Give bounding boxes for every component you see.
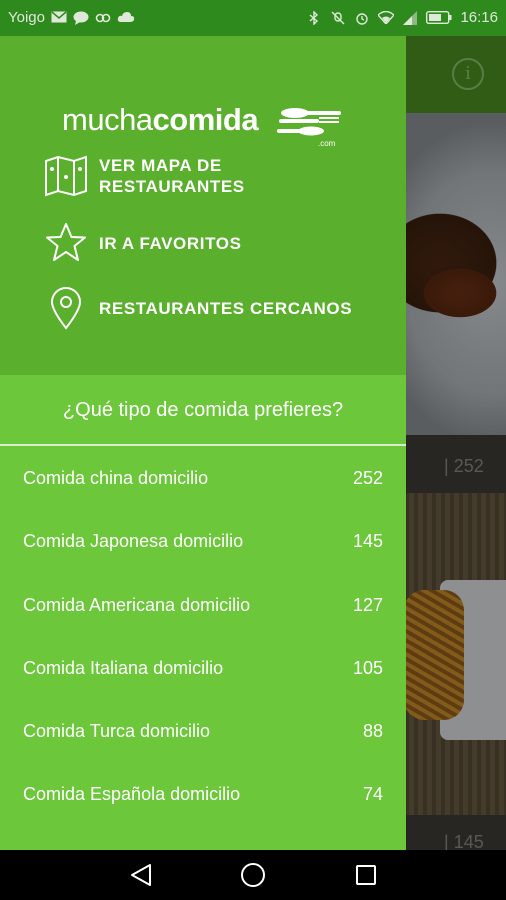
clock: 16:16 [460,9,498,26]
category-name: Comida china domicilio [23,468,209,488]
category-list: Comida china domicilio 252 Comida Japone… [0,446,406,826]
drawer-header: mucha comida .com VER MAPA DE RESTAURANT… [0,36,406,375]
home-button[interactable] [238,860,268,890]
menu-label: RESTAURANTES CERCANOS [99,298,353,318]
location-pin-icon [44,286,88,330]
star-icon [44,221,88,265]
logo-suffix: .com [318,139,336,148]
category-count: 105 [352,657,383,678]
back-icon [131,864,151,886]
recents-icon [356,865,376,885]
category-row[interactable]: Comida Americana domicilio 127 [0,573,406,636]
system-nav-bar [0,850,506,900]
category-row[interactable]: Comida Española domicilio 74 [0,762,406,825]
logo-text-light: mucha [62,102,153,137]
category-name: Comida Americana domicilio [23,594,251,615]
menu-label: VER MAPA DE RESTAURANTES [99,156,245,196]
carrier-label: Yoigo [8,9,45,26]
status-bar: Yoigo 16:16 [0,0,506,36]
map-icon [44,154,88,198]
category-name: Comida Italiana domicilio [23,657,224,678]
menu-item-map[interactable]: VER MAPA DE RESTAURANTES [44,154,245,198]
category-name: Comida Japonesa domicilio [23,531,244,552]
category-row[interactable]: Comida Japonesa domicilio 145 [0,509,406,572]
category-row[interactable]: Comida china domicilio 252 [0,446,406,509]
category-row[interactable]: Comida Italiana domicilio 105 [0,636,406,699]
mail-icon [51,10,67,25]
alarm-icon [354,11,370,25]
wifi-icon [377,10,396,25]
app-logo: mucha comida .com [62,102,341,148]
chat-icon [73,11,89,25]
cloud-icon [117,11,135,25]
signal-icon [402,10,418,25]
bluetooth-icon [306,9,322,26]
menu-item-favorites[interactable]: IR A FAVORITOS [44,221,242,265]
category-count: 145 [352,531,383,552]
category-name: Comida Española domicilio [23,784,241,805]
navigation-drawer: mucha comida .com VER MAPA DE RESTAURANT… [0,36,406,850]
battery-icon [426,10,452,25]
logo-text-bold: comida [152,102,259,137]
menu-label: IR A FAVORITOS [99,233,242,253]
cutlery-icon [277,108,341,136]
food-type-question: ¿Qué tipo de comida prefieres? [62,399,344,421]
category-row[interactable]: Comida Turca domicilio 88 [0,699,406,762]
category-count: 88 [362,721,383,742]
category-count: 127 [352,594,383,615]
back-button[interactable] [126,860,156,890]
recents-button[interactable] [351,860,381,890]
category-count: 74 [362,784,383,805]
category-count: 252 [352,468,383,488]
home-icon [241,863,265,887]
link-icon [95,11,111,25]
menu-item-nearby[interactable]: RESTAURANTES CERCANOS [44,286,352,330]
category-name: Comida Turca domicilio [23,721,211,742]
mute-icon [330,11,346,25]
